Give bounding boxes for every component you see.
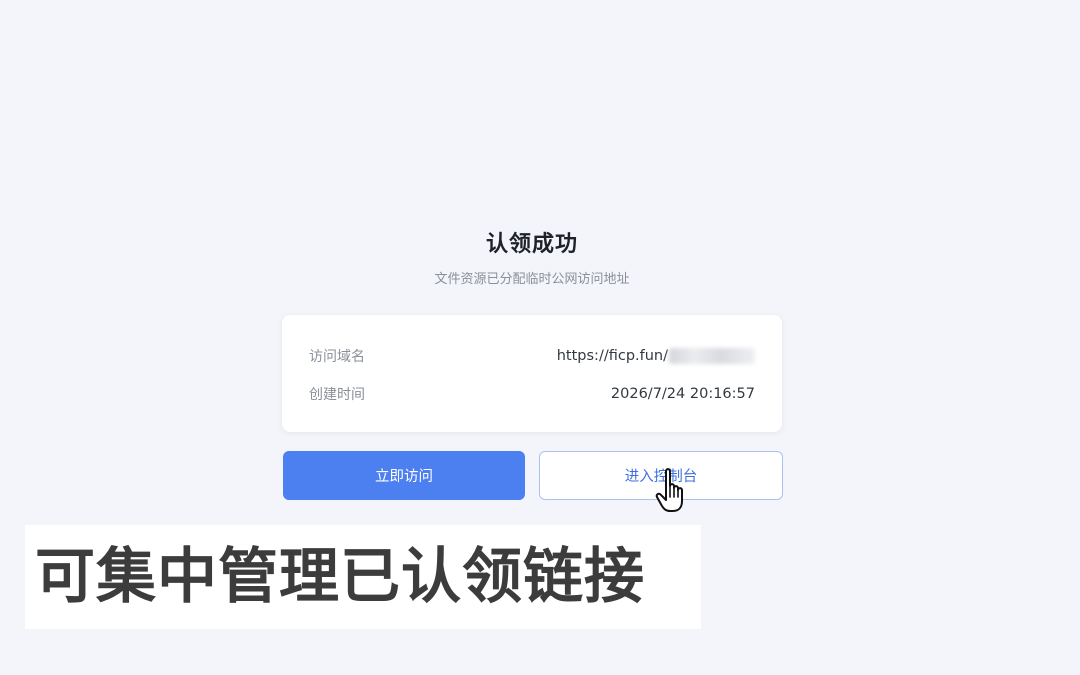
caption-text: 可集中管理已认领链接	[35, 542, 645, 612]
domain-blur-mask	[669, 348, 755, 364]
visit-now-button-label: 立即访问	[375, 469, 433, 485]
info-card: 访问域名 https://ficp.fun/ 创建时间 2026/7/24 20…	[282, 315, 782, 432]
domain-value[interactable]: https://ficp.fun/	[557, 348, 668, 364]
domain-row: 访问域名 https://ficp.fun/	[309, 344, 755, 368]
visit-now-button[interactable]: 立即访问	[283, 451, 525, 500]
domain-value-wrap[interactable]: https://ficp.fun/	[557, 348, 755, 364]
created-time-row: 创建时间 2026/7/24 20:16:57	[309, 382, 755, 406]
page-title: 认领成功	[485, 232, 578, 257]
hand-pointer-icon	[655, 468, 683, 512]
domain-label: 访问域名	[309, 349, 365, 365]
created-time-value: 2026/7/24 20:16:57	[610, 386, 755, 402]
page-subtitle: 文件资源已分配临时公网访问地址	[434, 272, 630, 287]
created-time-label: 创建时间	[309, 387, 365, 403]
caption-banner: 可集中管理已认领链接	[25, 525, 701, 629]
